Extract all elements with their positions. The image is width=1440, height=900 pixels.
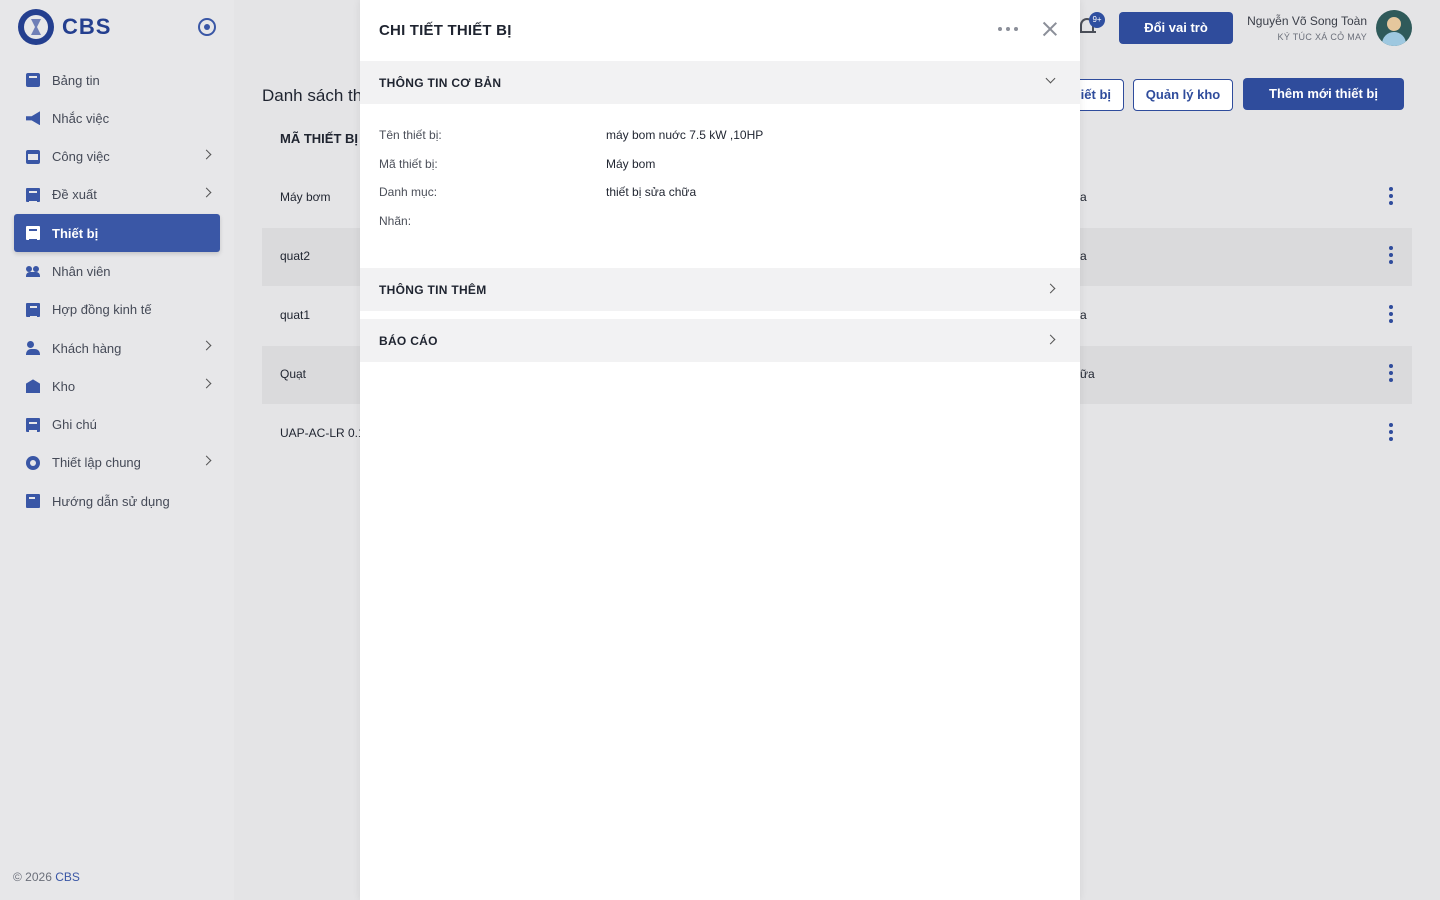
field-label-category: Danh mục: <box>379 185 438 199</box>
bell-base <box>1078 31 1096 33</box>
contract-icon <box>26 302 40 318</box>
sidebar-item-label: Đề xuất <box>52 187 97 203</box>
field-value-device-code: Máy bom <box>606 157 656 171</box>
task-icon <box>26 149 40 164</box>
sidebar-item-bang-tin[interactable]: Bảng tin <box>14 61 220 99</box>
megaphone-icon <box>26 111 40 126</box>
customer-icon <box>26 341 40 356</box>
cell-device-code: Máy bơm <box>280 190 331 204</box>
chevron-right-icon <box>1045 334 1056 345</box>
field-label-device-code: Mã thiết bị: <box>379 157 438 171</box>
proposal-icon <box>26 187 40 203</box>
sidebar-item-label: Công việc <box>52 149 110 165</box>
sidebar-item-label: Bảng tin <box>52 72 100 88</box>
copyright-brand-link[interactable]: CBS <box>55 870 80 884</box>
close-icon[interactable] <box>1041 20 1059 38</box>
cell-device-code: quat2 <box>280 249 311 263</box>
cell-device-code: UAP-AC-LR 0.1 <box>280 426 365 440</box>
sidebar-item-hop-dong[interactable]: Hợp đồng kinh tế <box>14 291 220 329</box>
cell-device-code: quat1 <box>280 308 311 322</box>
section-extra-info-header[interactable]: THÔNG TIN THÊM <box>360 268 1080 311</box>
note-icon <box>26 417 40 432</box>
field-value-device-name: máy bom nuớc 7.5 kW ,10HP <box>606 128 764 142</box>
chevron-down-icon <box>1045 73 1056 84</box>
user-organization: KÝ TÚC XÁ CỎ MAY <box>1277 32 1367 42</box>
sidebar-item-label: Thiết lập chung <box>52 455 141 471</box>
sidebar-item-label: Nhân viên <box>52 263 111 279</box>
chevron-right-icon <box>201 340 212 351</box>
more-options-icon[interactable] <box>998 22 1018 36</box>
copyright: © 2026 CBS <box>13 870 80 884</box>
column-header-code: MÃ THIẾT BỊ <box>280 131 358 146</box>
sidebar-item-label: Thiết bị <box>52 225 99 241</box>
add-device-button[interactable]: Thêm mới thiết bị <box>1243 78 1404 110</box>
sidebar-item-nhan-vien[interactable]: Nhân viên <box>14 252 220 290</box>
board-icon <box>26 73 40 87</box>
field-value-category: thiết bị sửa chữa <box>606 185 697 199</box>
cbs-logo-icon <box>18 9 54 45</box>
notification-badge: 9+ <box>1089 12 1105 28</box>
chevron-right-icon <box>201 455 212 466</box>
sidebar-item-thiet-lap-chung[interactable]: Thiết lập chung <box>14 444 220 482</box>
field-label-tags: Nhãn: <box>379 214 412 228</box>
user-name[interactable]: Nguyễn Võ Song Toàn <box>1247 14 1367 28</box>
logo[interactable]: CBS <box>18 9 111 45</box>
cell-category: a <box>1080 308 1087 322</box>
sidebar-item-label: Kho <box>52 378 76 394</box>
sidebar-item-huong-dan[interactable]: Hướng dẫn sử dụng <box>14 482 220 520</box>
brand-name: CBS <box>62 14 112 39</box>
cell-device-code: Quạt <box>280 367 307 381</box>
chevron-right-icon <box>201 378 212 389</box>
cell-category: a <box>1080 190 1087 204</box>
copyright-year: © 2026 <box>13 870 52 884</box>
sidebar-item-ghi-chu[interactable]: Ghi chú <box>14 406 220 444</box>
gear-icon <box>26 455 40 470</box>
sidebar-item-label: Khách hàng <box>52 340 122 356</box>
sidebar-nav: Bảng tin Nhắc việc Công việc Đề xuất Thi… <box>14 61 220 521</box>
chevron-right-icon <box>201 149 212 160</box>
chevron-right-icon <box>201 187 212 198</box>
drawer-title: CHI TIẾT THIẾT BỊ <box>379 22 512 39</box>
section-basic-info-header[interactable]: THÔNG TIN CƠ BẢN <box>360 61 1080 104</box>
warehouse-manage-button[interactable]: Quản lý kho <box>1133 79 1233 111</box>
sidebar-item-kho[interactable]: Kho <box>14 367 220 405</box>
row-actions-icon[interactable] <box>1388 246 1394 266</box>
chevron-right-icon <box>1045 283 1056 294</box>
sidebar-item-de-xuat[interactable]: Đề xuất <box>14 176 220 214</box>
row-actions-icon[interactable] <box>1388 187 1394 207</box>
sidebar: CBS Bảng tin Nhắc việc Công việc Đề xuất… <box>0 0 234 900</box>
switch-role-button[interactable]: Đổi vai trò <box>1119 12 1233 44</box>
row-actions-icon[interactable] <box>1388 364 1394 384</box>
page-title: Danh sách th <box>262 86 363 105</box>
sidebar-item-nhac-viec[interactable]: Nhắc việc <box>14 99 220 137</box>
guide-icon <box>26 494 40 509</box>
row-actions-icon[interactable] <box>1388 423 1394 443</box>
cell-category: ữa <box>1080 367 1095 381</box>
device-detail-drawer: CHI TIẾT THIẾT BỊ THÔNG TIN CƠ BẢN Tên t… <box>360 0 1080 900</box>
section-report-header[interactable]: BÁO CÁO <box>360 319 1080 362</box>
sidebar-item-cong-viec[interactable]: Công việc <box>14 138 220 176</box>
section-basic-info-label: THÔNG TIN CƠ BẢN <box>379 76 502 90</box>
section-extra-info-label: THÔNG TIN THÊM <box>379 283 487 297</box>
warehouse-icon <box>26 379 40 394</box>
sidebar-item-label: Hướng dẫn sử dụng <box>52 493 170 509</box>
users-icon <box>26 264 40 278</box>
sidebar-item-label: Ghi chú <box>52 417 97 433</box>
device-icon <box>26 226 40 242</box>
field-label-device-name: Tên thiết bị: <box>379 128 442 142</box>
cell-category: a <box>1080 249 1087 263</box>
sidebar-item-khach-hang[interactable]: Khách hàng <box>14 329 220 367</box>
sidebar-item-label: Hợp đồng kinh tế <box>52 302 152 318</box>
avatar[interactable] <box>1376 10 1412 46</box>
sidebar-item-label: Nhắc việc <box>52 110 110 126</box>
section-report-label: BÁO CÁO <box>379 334 438 348</box>
sidebar-item-thiet-bi[interactable]: Thiết bị <box>14 214 220 253</box>
collapse-sidebar-icon[interactable] <box>198 18 216 36</box>
row-actions-icon[interactable] <box>1388 305 1394 325</box>
